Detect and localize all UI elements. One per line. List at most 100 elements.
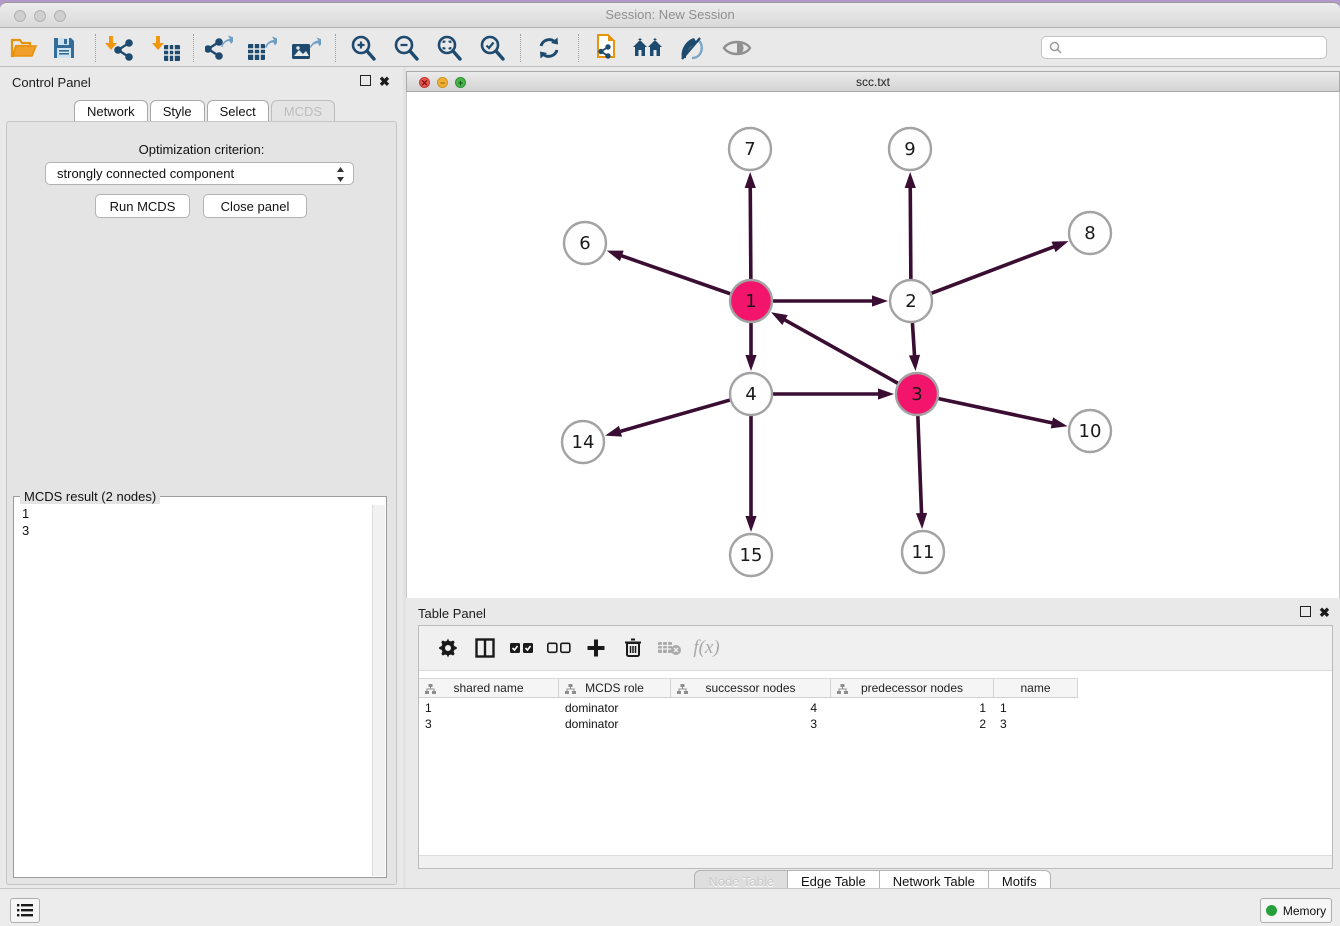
control-panel-title: Control Panel <box>12 75 91 90</box>
close-panel-button[interactable]: Close panel <box>203 194 307 218</box>
table-header-row: shared name MCDS role successor nodes pr… <box>419 678 1078 698</box>
table-horizontal-scrollbar[interactable] <box>419 855 1332 868</box>
graph-edge-2-3[interactable] <box>912 323 914 357</box>
graph-node-label: 8 <box>1084 223 1095 244</box>
task-history-button[interactable] <box>10 898 40 923</box>
table-panel-header: Table Panel ✖ <box>406 598 1340 625</box>
toolbar-separator <box>193 34 194 62</box>
mcds-tab-content: Optimization criterion: strongly connect… <box>6 121 397 885</box>
graph-edge-3-10[interactable] <box>939 399 1054 424</box>
column-label: MCDS role <box>585 681 644 695</box>
graph-edge-arrowhead <box>771 312 788 325</box>
import-table-icon[interactable] <box>148 32 184 64</box>
optimization-criterion-label: Optimization criterion: <box>7 142 396 157</box>
column-header-predecessor-nodes[interactable]: predecessor nodes <box>831 679 994 697</box>
table-panel: Table Panel ✖ <box>406 598 1340 891</box>
delete-column-icon[interactable] <box>651 631 688 665</box>
table-settings-gear-icon[interactable] <box>429 631 466 665</box>
app-window: Session: New Session <box>0 2 1340 926</box>
graph-edge-1-6[interactable] <box>620 255 730 294</box>
graphics-details-icon[interactable] <box>674 32 710 64</box>
float-panel-icon[interactable] <box>360 75 371 88</box>
apply-function-icon[interactable]: f(x) <box>688 631 725 665</box>
result-scrollbar[interactable] <box>372 505 385 876</box>
close-table-panel-icon[interactable]: ✖ <box>1319 606 1330 619</box>
graph-node-label: 4 <box>745 384 756 405</box>
tab-select[interactable]: Select <box>207 100 269 122</box>
search-icon <box>1049 41 1062 54</box>
table-toolbar: f(x) <box>419 626 1332 671</box>
graph-edge-3-1[interactable] <box>783 319 898 383</box>
graph-node-label: 7 <box>744 139 755 160</box>
deselect-all-icon[interactable] <box>540 631 577 665</box>
add-row-icon[interactable] <box>577 631 614 665</box>
graph-node-label: 9 <box>904 139 915 160</box>
graph-edge-arrowhead <box>916 513 927 529</box>
close-panel-icon[interactable]: ✖ <box>379 75 390 88</box>
export-table-icon[interactable] <box>244 32 280 64</box>
graph-edge-3-11[interactable] <box>918 416 922 515</box>
save-session-icon[interactable] <box>46 32 82 64</box>
network-view-title: scc.txt <box>407 75 1339 89</box>
search-input[interactable] <box>1066 38 1326 57</box>
network-graph: 1234678910111415 <box>407 92 1340 598</box>
cell-successor-nodes: 4 <box>671 700 831 716</box>
criterion-dropdown-value: strongly connected component <box>57 166 234 181</box>
search-box <box>1041 36 1327 59</box>
mcds-result-line: 3 <box>15 522 385 539</box>
cell-predecessor-nodes: 2 <box>831 716 994 732</box>
zoom-selected-icon[interactable] <box>474 32 510 64</box>
graph-node-label: 1 <box>745 291 756 312</box>
cell-predecessor-nodes: 1 <box>831 700 994 716</box>
column-header-successor-nodes[interactable]: successor nodes <box>671 679 831 697</box>
hide-details-eye-icon[interactable] <box>719 32 755 64</box>
table-row[interactable]: 1 dominator 4 1 1 <box>419 700 1078 716</box>
graph-edge-1-7[interactable] <box>750 186 751 279</box>
criterion-dropdown[interactable]: strongly connected component <box>45 162 354 185</box>
tab-mcds[interactable]: MCDS <box>271 100 335 122</box>
clone-network-icon[interactable] <box>586 32 622 64</box>
graph-edge-arrowhead <box>745 355 756 371</box>
zoom-fit-icon[interactable] <box>431 32 467 64</box>
graph-edge-arrowhead <box>745 516 756 532</box>
memory-button[interactable]: Memory <box>1260 898 1332 923</box>
mcds-result-list[interactable]: 1 3 <box>15 505 385 876</box>
export-network-icon[interactable] <box>201 32 237 64</box>
import-network-icon[interactable] <box>101 32 137 64</box>
select-all-icon[interactable] <box>503 631 540 665</box>
network-canvas[interactable]: 1234678910111415 <box>406 92 1340 598</box>
column-type-icon <box>837 684 848 694</box>
column-header-name[interactable]: name <box>994 679 1078 697</box>
zoom-out-icon[interactable] <box>388 32 424 64</box>
graph-edge-arrowhead <box>1052 241 1069 252</box>
graph-edge-2-8[interactable] <box>932 246 1056 293</box>
tab-network[interactable]: Network <box>74 100 148 122</box>
column-label: name <box>1020 681 1050 695</box>
export-image-icon[interactable] <box>288 32 324 64</box>
toolbar-separator <box>578 34 579 62</box>
column-header-shared-name[interactable]: shared name <box>419 679 559 697</box>
home-layout-icon[interactable] <box>630 32 666 64</box>
zoom-in-icon[interactable] <box>345 32 381 64</box>
show-column-panel-icon[interactable] <box>466 631 503 665</box>
tab-style[interactable]: Style <box>150 100 205 122</box>
dropdown-stepper-icon <box>336 166 345 183</box>
float-table-panel-icon[interactable] <box>1300 606 1311 619</box>
mcds-result-line: 1 <box>15 505 385 522</box>
column-type-icon <box>425 684 436 694</box>
graph-edge-2-9[interactable] <box>910 186 911 279</box>
graph-edge-arrowhead <box>909 355 920 371</box>
graph-node-label: 11 <box>912 542 935 563</box>
delete-row-icon[interactable] <box>614 631 651 665</box>
table-row[interactable]: 3 dominator 3 2 3 <box>419 716 1078 732</box>
column-header-mcds-role[interactable]: MCDS role <box>559 679 671 697</box>
graph-edge-4-14[interactable] <box>619 400 730 432</box>
cell-shared-name: 3 <box>419 716 559 732</box>
main-toolbar <box>0 29 1340 67</box>
graph-node-label: 10 <box>1079 421 1102 442</box>
run-mcds-button[interactable]: Run MCDS <box>95 194 190 218</box>
status-bar: Memory <box>0 888 1340 926</box>
control-panel-header: Control Panel ✖ <box>0 67 403 97</box>
open-session-icon[interactable] <box>6 32 42 64</box>
refresh-view-icon[interactable] <box>531 32 567 64</box>
